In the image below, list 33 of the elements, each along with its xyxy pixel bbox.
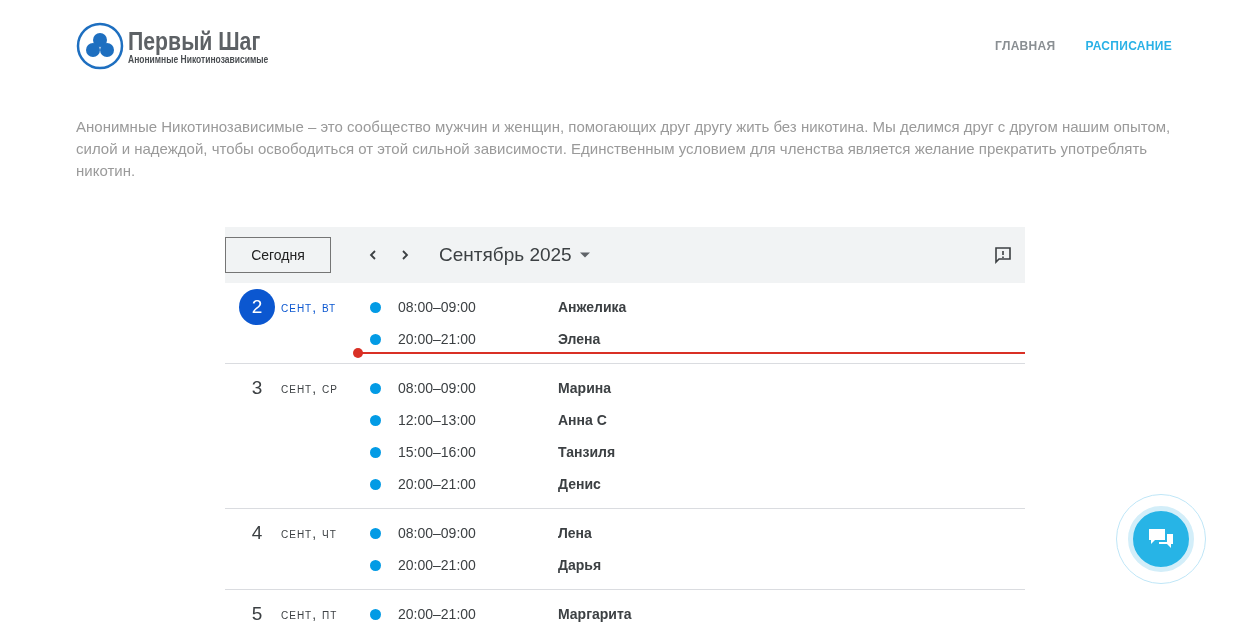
day-number[interactable]: 3 bbox=[239, 370, 275, 406]
caret-icon bbox=[579, 252, 590, 258]
event-time[interactable]: 08:00–09:00 bbox=[398, 525, 558, 541]
event-time[interactable]: 15:00–16:00 bbox=[398, 444, 558, 460]
today-button[interactable]: Сегодня bbox=[225, 237, 331, 273]
event-time[interactable]: 20:00–21:00 bbox=[398, 557, 558, 573]
day-number[interactable]: 2 bbox=[239, 289, 275, 325]
feedback-icon bbox=[994, 246, 1012, 264]
event-title[interactable]: Маргарита bbox=[558, 606, 632, 622]
event-title[interactable]: Денис bbox=[558, 476, 601, 492]
logo-title: Первый Шаг bbox=[128, 27, 262, 54]
day-label: сент, пт bbox=[281, 606, 338, 622]
day-label: сент, ср bbox=[281, 380, 338, 396]
event-title[interactable]: Лена bbox=[558, 525, 592, 541]
event-time[interactable]: 12:00–13:00 bbox=[398, 412, 558, 428]
event-title[interactable]: Анжелика bbox=[558, 299, 627, 315]
event-title[interactable]: Танзиля bbox=[558, 444, 616, 460]
event-title[interactable]: Анна С bbox=[558, 412, 607, 428]
event-time[interactable]: 20:00–21:00 bbox=[398, 331, 558, 347]
event-time[interactable]: 20:00–21:00 bbox=[398, 476, 558, 492]
month-dropdown[interactable]: Сентябрь 2025 bbox=[433, 243, 596, 267]
day-label: сент, вт bbox=[281, 299, 337, 315]
day-number[interactable]: 5 bbox=[239, 596, 275, 622]
day-number[interactable]: 4 bbox=[239, 515, 275, 551]
event-time[interactable]: 08:00–09:00 bbox=[398, 380, 558, 396]
event-time[interactable]: 20:00–21:00 bbox=[398, 606, 558, 622]
day-label: сент, чт bbox=[281, 525, 337, 541]
event-title[interactable]: Марина bbox=[558, 380, 612, 396]
event-title[interactable]: Дарья bbox=[558, 557, 602, 573]
logo-emblem-icon bbox=[76, 22, 124, 70]
event-title[interactable]: Элена bbox=[558, 331, 601, 347]
event-time[interactable]: 08:00–09:00 bbox=[398, 299, 558, 315]
intro-paragraph: Анонимные Никотинозависимые – это сообщество мужчин и женщин, помогающих друг другу жить без никотина. Мы делимся друг с другом нашим опытом, силой и надеждой, чтобы освободиться от этой сильной зависимости. Единственным условием для членства является желание прекратить употреблять никотин. bbox=[76, 117, 1172, 181]
